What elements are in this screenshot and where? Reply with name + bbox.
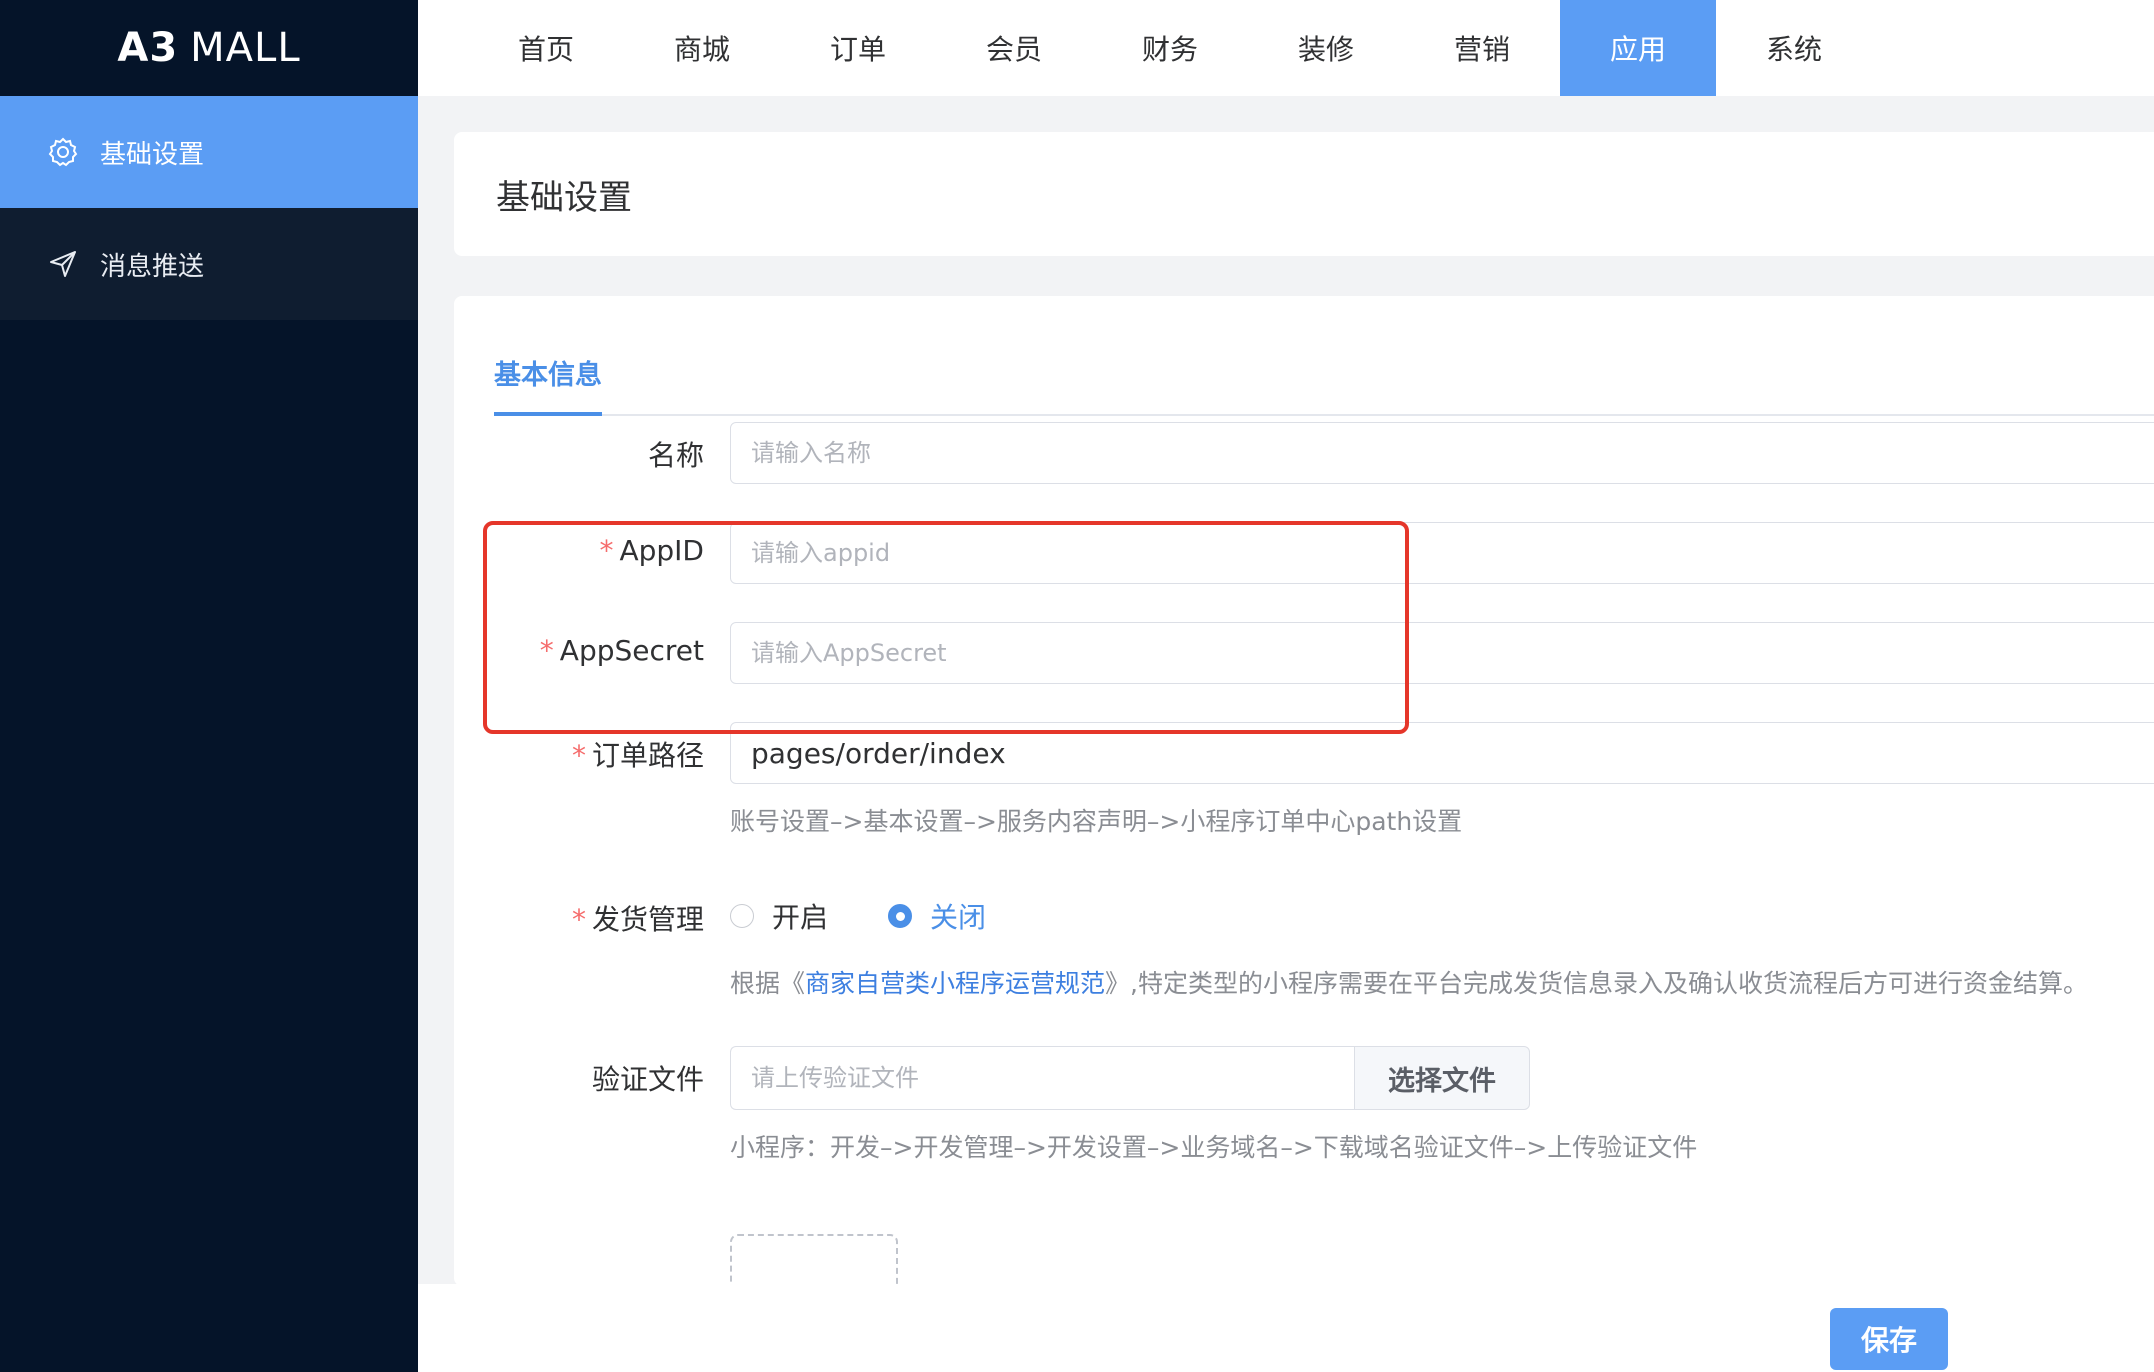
nav-item-system[interactable]: 系统	[1716, 0, 1872, 96]
verify-file-label: 验证文件	[454, 1058, 704, 1098]
top-nav: 首页 商城 订单 会员 财务 装修 营销 应用 系统	[418, 0, 2154, 96]
order-path-label-text: 订单路径	[591, 739, 704, 772]
order-path-input[interactable]	[730, 722, 2154, 784]
radio-label: 开启	[772, 901, 829, 934]
name-input[interactable]	[730, 422, 2154, 484]
radio-disable[interactable]: 关闭	[888, 896, 986, 936]
order-path-label: * 订单路径	[454, 734, 704, 774]
appid-label: * AppID	[454, 534, 704, 567]
name-label: 名称	[454, 434, 704, 474]
shipping-help-prefix: 根据《	[730, 969, 806, 998]
shipping-help-suffix: 》,特定类型的小程序需要在平台完成发货信息录入及确认收货流程后方可进行资金结算。	[1105, 969, 2088, 998]
tab-bar: 基本信息	[494, 296, 2154, 416]
page-title: 基础设置	[454, 132, 2154, 256]
appid-input[interactable]	[730, 522, 2154, 584]
appid-label-text: AppID	[619, 534, 704, 567]
verify-file-help: 小程序：开发–>开发管理–>开发设置–>业务域名–>下载域名验证文件–>上传验证…	[730, 1133, 1698, 1162]
verify-file-label-text: 验证文件	[591, 1063, 704, 1096]
logo-brand: A3	[117, 25, 179, 71]
tab-basic-info[interactable]: 基本信息	[494, 353, 602, 416]
nav-item-apps[interactable]: 应用	[1560, 0, 1716, 96]
choose-file-button[interactable]: 选择文件	[1354, 1046, 1530, 1110]
save-button[interactable]: 保存	[1830, 1308, 1948, 1370]
required-mark: *	[539, 634, 554, 667]
radio-label: 关闭	[930, 901, 987, 934]
logo: A3 MALL	[0, 0, 418, 96]
send-icon	[46, 247, 80, 281]
radio-circle-checked	[888, 904, 913, 928]
required-mark: *	[571, 903, 586, 936]
settings-form: 基本信息 名称 *AppID *AppSecret *订单路径 账号设置–>基本…	[454, 296, 2154, 1316]
nav-item-marketing[interactable]: 营销	[1404, 0, 1560, 96]
shipping-radio-group: 开启 关闭	[730, 896, 1046, 936]
operating-rules-link[interactable]: 商家自营类小程序运营规范	[805, 969, 1105, 998]
sidebar-item-label: 基础设置	[100, 139, 205, 170]
verify-file-group: 选择文件	[730, 1046, 1530, 1110]
sidebar: A3 MALL 基础设置 消息推送	[0, 0, 418, 1372]
nav-item-decoration[interactable]: 装修	[1248, 0, 1404, 96]
radio-enable[interactable]: 开启	[730, 896, 828, 936]
sidebar-item-basic-settings[interactable]: 基础设置	[0, 96, 418, 208]
order-path-help: 账号设置–>基本设置–>服务内容声明–>小程序订单中心path设置	[730, 807, 1463, 836]
verify-file-input[interactable]	[730, 1046, 1354, 1110]
appsecret-label-text: AppSecret	[559, 634, 704, 667]
required-mark: *	[599, 534, 614, 567]
appsecret-input[interactable]	[730, 622, 2154, 684]
nav-item-home[interactable]: 首页	[468, 0, 624, 96]
shipping-help: 根据《商家自营类小程序运营规范》,特定类型的小程序需要在平台完成发货信息录入及确…	[730, 964, 2088, 1000]
nav-item-members[interactable]: 会员	[936, 0, 1092, 96]
nav-item-mall[interactable]: 商城	[624, 0, 780, 96]
nav-item-finance[interactable]: 财务	[1092, 0, 1248, 96]
shipping-label-text: 发货管理	[591, 903, 704, 936]
sidebar-item-label: 消息推送	[100, 251, 205, 282]
sidebar-item-message-push[interactable]: 消息推送	[0, 208, 418, 320]
required-mark: *	[571, 739, 586, 772]
main-content: 基础设置 基本信息 名称 *AppID *AppSecret *订单路径 账号设…	[418, 96, 2154, 1372]
nav-item-orders[interactable]: 订单	[780, 0, 936, 96]
logo-name: MALL	[190, 25, 301, 71]
appsecret-label: * AppSecret	[454, 634, 704, 667]
shipping-label: * 发货管理	[454, 898, 704, 938]
radio-circle	[730, 904, 754, 928]
name-label-text: 名称	[647, 439, 704, 472]
gear-icon	[46, 135, 80, 169]
